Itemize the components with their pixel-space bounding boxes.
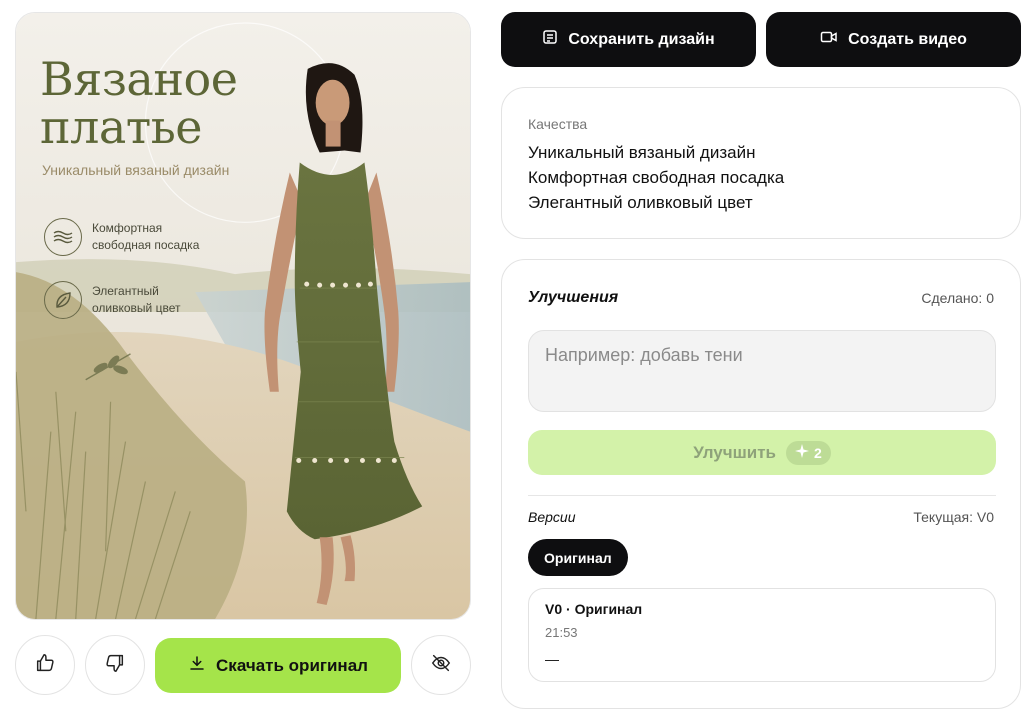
version-note: — — [545, 651, 559, 667]
video-camera-icon — [820, 29, 838, 50]
thumbs-up-icon — [34, 652, 56, 679]
hide-button[interactable] — [411, 635, 471, 695]
save-design-label: Сохранить дизайн — [568, 30, 715, 48]
feature-fit: Комфортная свободная посадка — [44, 218, 222, 256]
version-card[interactable]: V0 · Оригинал 21:53 — — [528, 588, 996, 682]
improvements-title: Улучшения — [528, 289, 619, 306]
versions-title: Версии — [528, 509, 576, 525]
hero-title: Вязаное платье — [40, 52, 238, 154]
feature-color: Элегантный оливковый цвет — [44, 281, 222, 319]
save-design-button[interactable]: Сохранить дизайн — [501, 12, 756, 67]
improve-button[interactable]: Улучшить 2 — [528, 430, 996, 475]
improvements-done-count: Сделано: 0 — [921, 290, 994, 306]
quality-item: Элегантный оливковый цвет — [528, 193, 753, 212]
product-image-card: Вязаное платье Уникальный вязаный дизайн… — [15, 12, 471, 620]
eye-off-icon — [430, 652, 452, 679]
feature-color-text: Элегантный оливковый цвет — [92, 284, 181, 315]
document-icon — [542, 29, 558, 50]
improvements-card: Улучшения Сделано: 0 Улучшить 2 Версии Т… — [501, 259, 1021, 709]
waves-icon — [44, 218, 82, 256]
qualities-label: Качества — [528, 116, 588, 132]
improvement-input[interactable] — [528, 330, 996, 412]
quality-item: Уникальный вязаный дизайн — [528, 143, 756, 162]
credits-count: 2 — [814, 444, 822, 461]
create-video-button[interactable]: Создать видео — [766, 12, 1021, 67]
version-name: V0 · Оригинал — [545, 601, 643, 617]
feature-fit-text: Комфортная свободная посадка — [92, 221, 200, 252]
like-button[interactable] — [15, 635, 75, 695]
qualities-card: Качества Уникальный вязаный дизайн Комфо… — [501, 87, 1021, 239]
leaf-icon — [44, 281, 82, 319]
version-time: 21:53 — [545, 625, 578, 640]
divider — [528, 495, 996, 496]
sparkle-icon — [795, 444, 809, 461]
dislike-button[interactable] — [85, 635, 145, 695]
hero-subtitle: Уникальный вязаный дизайн — [42, 162, 230, 178]
download-icon — [188, 654, 206, 677]
versions-current: Текущая: V0 — [913, 509, 994, 525]
improve-label: Улучшить — [693, 442, 776, 462]
download-label: Скачать оригинал — [216, 655, 368, 675]
version-pill-original[interactable]: Оригинал — [528, 539, 628, 576]
thumbs-down-icon — [104, 652, 126, 679]
download-original-button[interactable]: Скачать оригинал — [155, 638, 401, 693]
credits-badge: 2 — [786, 440, 831, 465]
quality-item: Комфортная свободная посадка — [528, 168, 785, 187]
create-video-label: Создать видео — [848, 30, 967, 48]
